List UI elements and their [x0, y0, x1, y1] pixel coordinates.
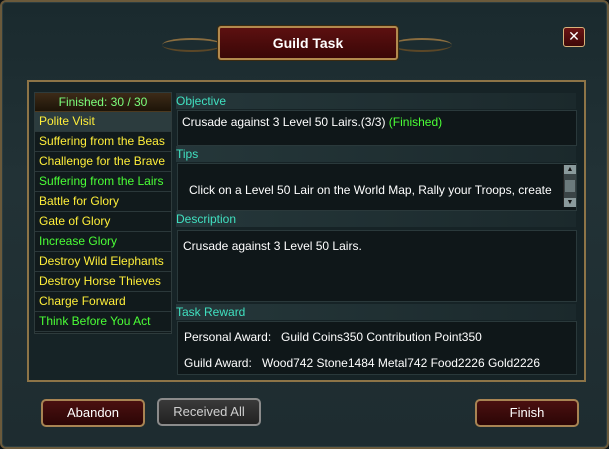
- reward-box: Personal Award: Guild Coins350 Contribut…: [177, 321, 577, 375]
- received-all-button[interactable]: Received All: [157, 398, 261, 426]
- objective-text: Crusade against 3 Level 50 Lairs.(3/3) (…: [182, 115, 442, 129]
- scroll-thumb[interactable]: [565, 180, 575, 192]
- task-list: Finished: 30 / 30 Polite Visit Suffering …: [34, 92, 172, 334]
- description-box: Crusade against 3 Level 50 Lairs.: [177, 230, 577, 302]
- tips-title: Tips: [176, 146, 576, 162]
- task-list-item[interactable]: Suffering from the Beas: [35, 132, 171, 152]
- description-title: Description: [176, 211, 576, 227]
- close-icon[interactable]: ✕: [563, 27, 585, 47]
- task-list-item[interactable]: Think Before You Act: [35, 312, 171, 332]
- task-list-item[interactable]: Gate of Glory: [35, 212, 171, 232]
- task-list-item[interactable]: Challenge for the Brave: [35, 152, 171, 172]
- right-ornament: [392, 38, 452, 52]
- guild-award-values: Wood742 Stone1484 Metal742 Food2226 Gold…: [262, 356, 540, 370]
- tips-box: Click on a Level 50 Lair on the World Ma…: [177, 163, 577, 211]
- scroll-up-icon[interactable]: ▲: [564, 165, 576, 174]
- guild-award-label: Guild Award:: [184, 356, 252, 370]
- task-list-item[interactable]: Destroy Wild Elephants: [35, 252, 171, 272]
- objective-box: Crusade against 3 Level 50 Lairs.(3/3) (…: [177, 110, 577, 146]
- task-list-header: Finished: 30 / 30: [35, 93, 171, 112]
- task-list-item[interactable]: Suffering from the Lairs: [35, 172, 171, 192]
- title-banner: Guild Task: [162, 24, 452, 64]
- scroll-down-icon[interactable]: ▼: [564, 198, 576, 207]
- guild-task-window: Guild Task ✕ Finished: 30 / 30 Polite Vi…: [0, 0, 609, 449]
- abandon-button[interactable]: Abandon: [41, 399, 145, 427]
- objective-title: Objective: [176, 93, 576, 109]
- personal-award-label: Personal Award:: [184, 330, 272, 344]
- tips-text: Click on a Level 50 Lair on the World Ma…: [189, 183, 552, 197]
- task-list-item[interactable]: Charge Forward: [35, 292, 171, 312]
- window-title: Guild Task: [218, 26, 398, 60]
- personal-award-values: Guild Coins350 Contribution Point350: [281, 330, 482, 344]
- finish-button[interactable]: Finish: [475, 399, 579, 427]
- task-list-item[interactable]: Battle for Glory: [35, 192, 171, 212]
- task-list-item[interactable]: Polite Visit: [35, 112, 171, 132]
- objective-description: Crusade against 3 Level 50 Lairs.(3/3): [182, 115, 386, 129]
- task-list-item[interactable]: Increase Glory: [35, 232, 171, 252]
- description-text: Crusade against 3 Level 50 Lairs.: [183, 239, 362, 253]
- task-list-item[interactable]: Destroy Horse Thieves: [35, 272, 171, 292]
- left-ornament: [162, 38, 222, 52]
- reward-title: Task Reward: [176, 304, 576, 320]
- objective-status: (Finished): [388, 115, 443, 129]
- tips-scrollbar[interactable]: ▲ ▼: [563, 165, 576, 207]
